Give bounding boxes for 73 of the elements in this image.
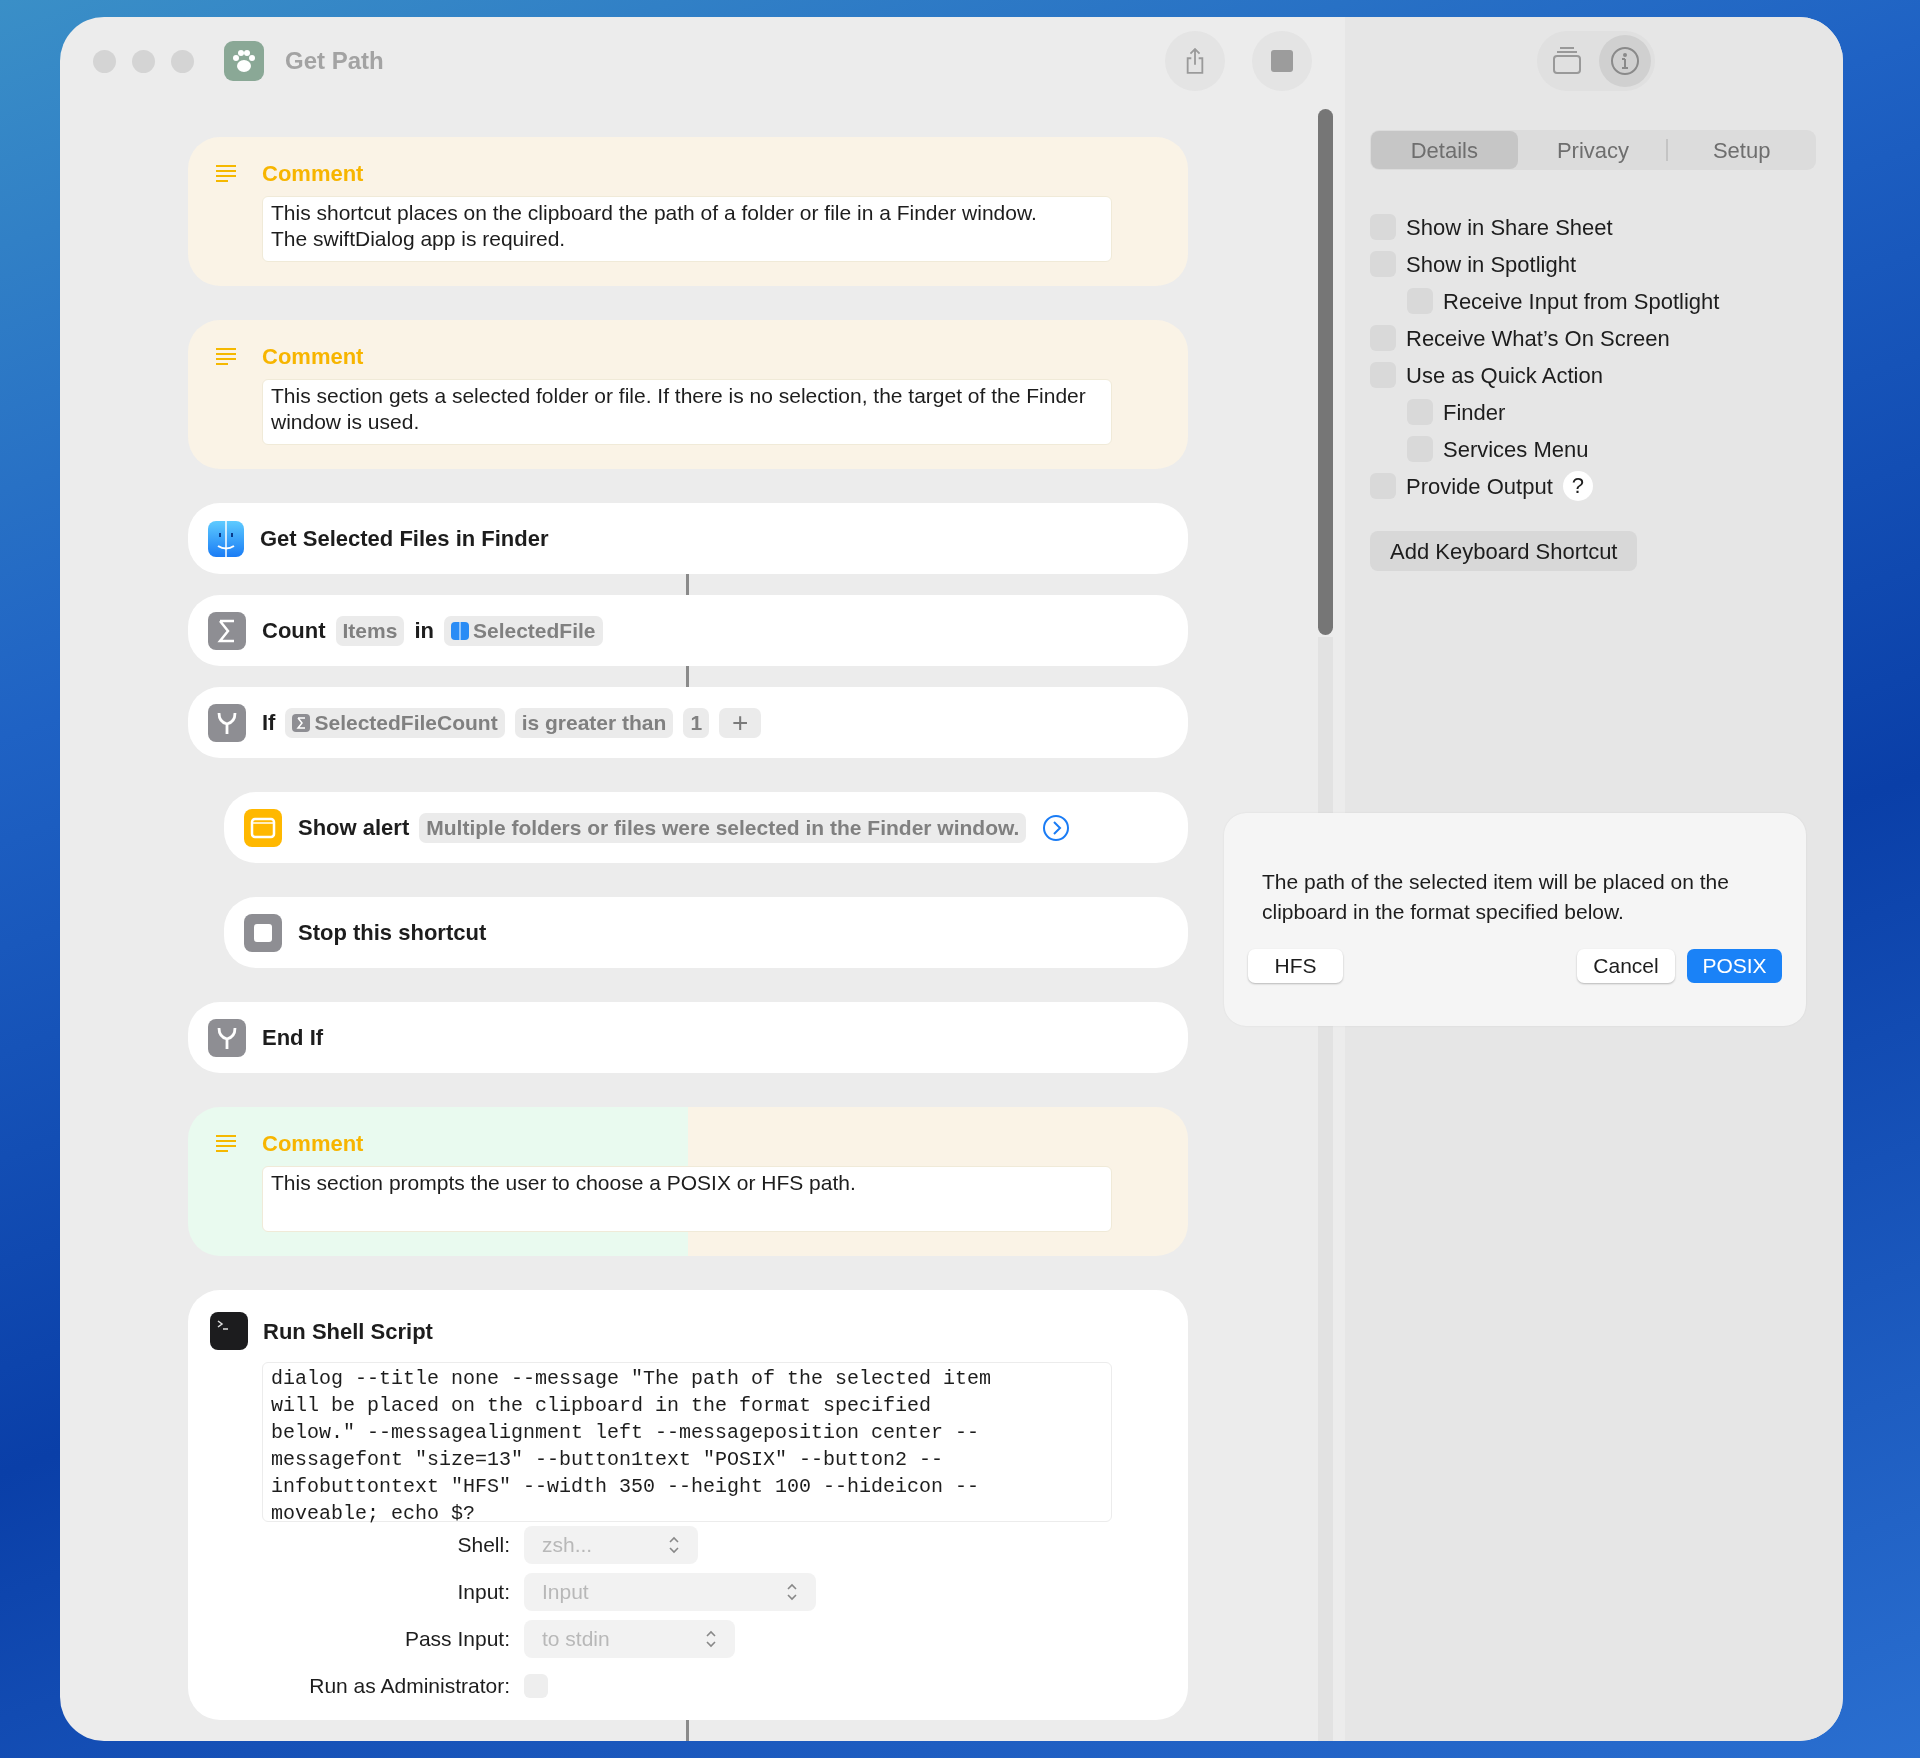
stop-icon [1271, 50, 1293, 72]
action-label: Stop this shortcut [298, 919, 487, 947]
action-label: Show alert [298, 814, 410, 842]
fork-icon [208, 1018, 246, 1057]
action-card[interactable] [188, 1290, 1188, 1720]
expand-button[interactable] [1042, 813, 1071, 842]
field-label: Input: [456, 1579, 511, 1606]
comment-title: Comment [262, 342, 364, 371]
sigma-icon [292, 713, 311, 732]
add-keyboard-shortcut-button[interactable]: Add Keyboard Shortcut [1370, 531, 1638, 571]
comment-title: Comment [262, 159, 364, 188]
lines-icon [215, 1133, 237, 1153]
window-control[interactable] [93, 49, 116, 73]
action-card[interactable]: Stop this shortcut [224, 897, 1188, 968]
checkbox-label: Provide Output [1406, 472, 1553, 501]
sigma-icon [208, 611, 246, 650]
window-control[interactable] [171, 49, 194, 73]
action-label: Count [262, 617, 326, 645]
dialog-message: The path of the selected item will be placed on the clipboard in the format specified below. [1262, 869, 1730, 925]
connector-line [686, 574, 689, 595]
checkbox-label: Show in Share Sheet [1406, 213, 1613, 242]
comment-text-field[interactable]: This section prompts the user to choose a POSIX or HFS path. [262, 1166, 1112, 1232]
chevron-updown-icon [705, 1630, 717, 1648]
comment-text-field[interactable]: This shortcut places on the clipboard the path of a folder or file in a Finder window. The swiftDialog app is required. [262, 196, 1112, 262]
comment-text-field[interactable]: This section gets a selected folder or file. If there is no selection, the target of the Finder window is used. [262, 379, 1112, 445]
action-card[interactable]: End If [188, 1002, 1188, 1073]
comment-card[interactable]: Comment This section prompts the user to choose a POSIX or HFS path. [188, 1107, 1188, 1256]
default-button[interactable]: POSIX [1687, 949, 1782, 983]
tab[interactable]: Setup [1668, 131, 1815, 169]
dialog-button[interactable]: Cancel [1577, 949, 1675, 983]
comment-card[interactable]: Comment This section gets a selected folder or file. If there is no selection, the target of the Finder window is used. [188, 320, 1188, 469]
comment-title: Comment [262, 1129, 364, 1158]
comment-card[interactable]: Comment This shortcut places on the clipboard the path of a folder or file in a Finder window. The swiftDialog app is required. [188, 137, 1188, 286]
add-button[interactable]: + [719, 707, 762, 738]
fork-icon [208, 703, 246, 742]
lines-icon [215, 163, 237, 183]
window-title: Get Path [285, 46, 384, 76]
tab[interactable]: Privacy [1519, 131, 1667, 169]
checkbox-label: Show in Spotlight [1406, 250, 1576, 279]
script-field[interactable]: dialog --title none --message "The path of the selected item will be placed on the clipboard in the format specified below." --messagealignment left --messageposition center -- messagefont "size=13" --button1text "POSIX" --button2 -- infobuttontext "HFS" --width 350 --height 100 --hideicon -- moveable; echo $? [262, 1362, 1112, 1522]
info-icon [1610, 46, 1640, 76]
action-card[interactable]: If SelectedFileCount is greater than 1 + [188, 687, 1188, 758]
connector-line [686, 1720, 689, 1741]
help-button[interactable]: ? [1562, 471, 1593, 501]
field-label: Shell: [456, 1532, 511, 1559]
action-card[interactable]: Get Selected Files in Finder [188, 503, 1188, 574]
stop-icon [244, 913, 282, 952]
action-label: If [262, 709, 276, 737]
field-label: Pass Input: [403, 1626, 511, 1653]
action-card[interactable]: Show alert Multiple folders or files were selected in the Finder window. [224, 792, 1188, 863]
checkbox-label: Finder [1443, 398, 1506, 427]
checkbox-label: Use as Quick Action [1406, 361, 1603, 390]
checkbox-label: Services Menu [1443, 435, 1589, 464]
lines-icon [215, 346, 237, 366]
action-label: in [414, 617, 434, 645]
scrollbar-thumb[interactable] [1318, 109, 1333, 635]
field-label: Run as Administrator: [308, 1673, 511, 1700]
paw-icon [224, 41, 264, 81]
chevron-updown-icon [668, 1536, 680, 1554]
connector-line [686, 666, 689, 687]
checkbox-label: Receive Input from Spotlight [1443, 287, 1720, 316]
dialog-button[interactable]: HFS [1248, 949, 1343, 983]
share-icon [1184, 47, 1206, 75]
window-control[interactable] [132, 49, 155, 73]
info-button[interactable] [1599, 35, 1651, 87]
action-label: End If [262, 1024, 324, 1052]
action-title: Run Shell Script [263, 1317, 433, 1346]
action-label: Get Selected Files in Finder [260, 525, 549, 553]
window-icon [244, 808, 282, 847]
checkbox-label: Receive What’s On Screen [1406, 324, 1670, 353]
chevron-updown-icon [786, 1583, 798, 1601]
library-icon [1552, 47, 1582, 75]
terminal-icon [210, 1312, 248, 1350]
